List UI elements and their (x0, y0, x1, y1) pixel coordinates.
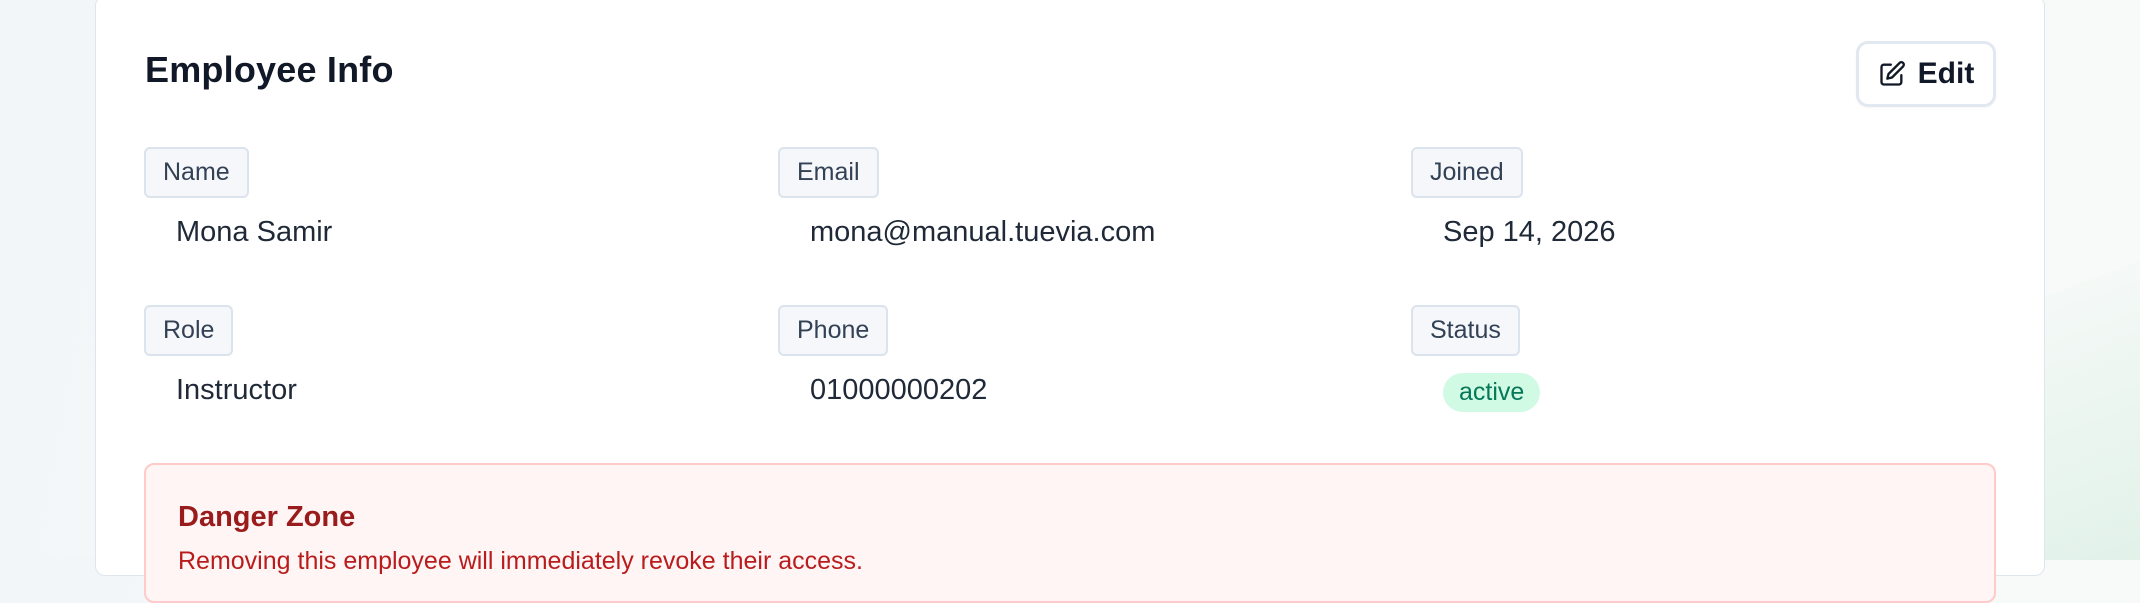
field-value-email: mona@manual.tuevia.com (810, 216, 1156, 248)
field-label-email: Email (778, 147, 879, 198)
danger-zone-title: Danger Zone (178, 501, 356, 533)
field-label-status: Status (1411, 305, 1520, 356)
field-name: Name Mona Samir (144, 147, 332, 249)
edit-button-label: Edit (1917, 57, 1975, 90)
field-label-phone: Phone (778, 305, 889, 356)
danger-zone-description: Removing this employee will immediately … (178, 547, 863, 575)
field-joined: Joined Sep 14, 2026 (1411, 147, 1616, 249)
field-value-name: Mona Samir (176, 216, 333, 248)
field-email: Email mona@manual.tuevia.com (778, 147, 1155, 249)
edit-icon (1878, 60, 1906, 88)
field-label-role: Role (144, 305, 234, 356)
danger-zone: Danger Zone Removing this employee will … (144, 463, 1996, 603)
edit-button[interactable]: Edit (1856, 41, 1996, 107)
field-value-phone: 01000000202 (810, 374, 988, 406)
field-value-joined: Sep 14, 2026 (1443, 216, 1616, 248)
field-label-name: Name (144, 147, 249, 198)
field-label-joined: Joined (1411, 147, 1523, 198)
card-title: Employee Info (145, 49, 394, 90)
field-phone: Phone 01000000202 (778, 305, 987, 407)
employee-info-card: Employee Info Edit Name Mona Samir Email… (95, 0, 2045, 603)
field-role: Role Instructor (144, 305, 297, 407)
status-badge: active (1443, 373, 1541, 412)
field-status: Status active (1411, 305, 1541, 412)
field-value-role: Instructor (176, 374, 297, 406)
